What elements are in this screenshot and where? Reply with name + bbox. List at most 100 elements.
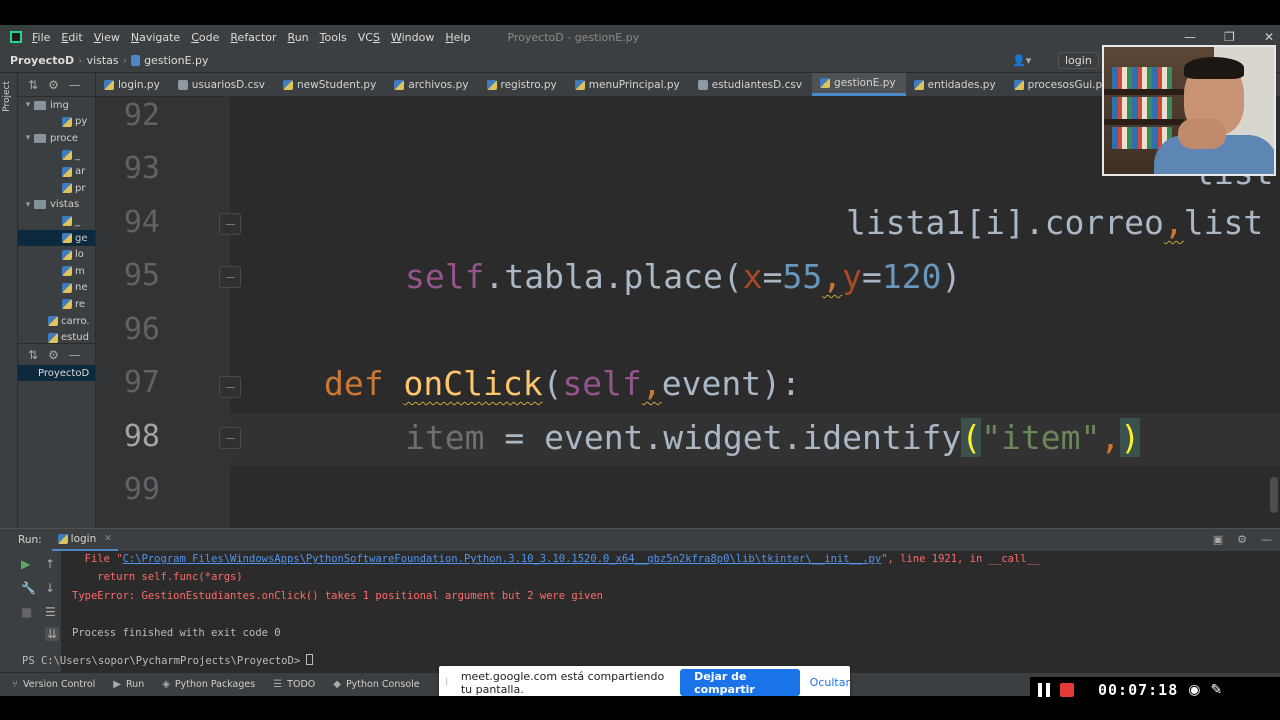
file-icon xyxy=(62,116,72,127)
code-line-94: lista1[i].correo,list xyxy=(846,203,1264,242)
drag-handle-icon[interactable]: ⁞ xyxy=(445,677,453,688)
file-icon xyxy=(62,216,72,227)
menu-file[interactable]: File xyxy=(32,31,50,44)
code-line-97: def onClick(self,event): xyxy=(324,364,801,403)
scroll-down-arrow-icon[interactable]: ↓ xyxy=(45,581,55,595)
bookshelf-books xyxy=(1112,67,1172,89)
hide-button[interactable]: Ocultar xyxy=(810,676,850,689)
tree-folder[interactable]: ▾ proce xyxy=(18,130,95,147)
chevron-down-icon[interactable]: ▾ xyxy=(22,133,34,143)
file-icon xyxy=(48,332,58,343)
fold-marker-icon[interactable] xyxy=(219,427,241,449)
tool-window-button[interactable]: ▶ Run xyxy=(113,679,144,690)
structure-gear-icon[interactable]: ⚙ xyxy=(48,348,59,362)
breadcrumb-file[interactable]: gestionE.py xyxy=(144,54,209,67)
traceback-file-link[interactable]: C:\Program Files\WindowsApps\PythonSoftw… xyxy=(123,553,882,565)
menu-view[interactable]: View xyxy=(94,31,120,44)
user-icon[interactable]: 👤▾ xyxy=(1012,54,1031,67)
restore-icon[interactable]: ❐ xyxy=(1224,30,1235,44)
stop-icon[interactable]: ■ xyxy=(21,605,32,619)
project-tool-button[interactable]: Project xyxy=(2,81,12,112)
breadcrumb-folder[interactable]: vistas xyxy=(87,54,119,67)
tree-folder[interactable]: ▾ img xyxy=(18,97,95,114)
menu-help[interactable]: Help xyxy=(445,31,470,44)
line-number: 96 xyxy=(123,312,160,347)
menu-refactor[interactable]: Refactor xyxy=(230,31,276,44)
scroll-up-arrow-icon[interactable]: ↑ xyxy=(45,557,55,571)
run-config-selector[interactable]: login xyxy=(1058,52,1099,69)
project-toolbar: ⇅ ⚙ — xyxy=(18,73,95,97)
file-icon xyxy=(62,183,72,194)
pen-icon[interactable]: ✎ xyxy=(1210,682,1222,698)
menu-navigate[interactable]: Navigate xyxy=(131,31,180,44)
stop-recording-icon[interactable] xyxy=(1060,683,1074,697)
tab-label: registro.py xyxy=(500,78,557,91)
bookmarks-strip xyxy=(0,551,18,673)
chevron-down-icon[interactable]: ▾ xyxy=(22,100,34,110)
run-hide-icon[interactable]: — xyxy=(1261,533,1272,546)
menu-window[interactable]: Window xyxy=(391,31,434,44)
fold-marker-icon[interactable] xyxy=(219,376,241,398)
python-file-icon xyxy=(486,79,497,90)
breadcrumb-separator-icon: › xyxy=(122,54,128,67)
terminal-prompt[interactable]: PS C:\Users\sopor\PycharmProjects\Proyec… xyxy=(22,654,314,667)
run-settings-gear-icon[interactable]: ⚙ xyxy=(1237,533,1247,546)
structure-hide-icon[interactable]: — xyxy=(69,348,81,362)
editor-tab[interactable]: entidades.py xyxy=(906,73,1006,96)
tree-folder[interactable]: ▾ vistas xyxy=(18,197,95,214)
stop-sharing-button[interactable]: Dejar de compartir xyxy=(680,669,800,696)
tree-file[interactable]: _ xyxy=(18,147,95,164)
tool-window-button[interactable]: ☰ TODO xyxy=(273,679,315,690)
tool-window-button[interactable]: ⑂ Version Control xyxy=(12,679,95,690)
tree-file[interactable]: m xyxy=(18,263,95,280)
collapse-all-icon[interactable]: ⇅ xyxy=(28,78,38,92)
editor-tab[interactable]: registro.py xyxy=(479,73,567,96)
close-tab-icon[interactable]: ✕ xyxy=(104,534,112,544)
editor-tab[interactable]: usuariosD.csv xyxy=(170,73,275,96)
editor-tab[interactable]: login.py xyxy=(96,73,170,96)
settings-gear-icon[interactable]: ⚙ xyxy=(48,78,59,92)
rerun-play-icon[interactable]: ▶ xyxy=(21,557,30,571)
pause-icon[interactable] xyxy=(1038,683,1050,697)
tree-file[interactable]: carro. xyxy=(18,313,95,330)
console-error-line: TypeError: GestionEstudiantes.onClick() … xyxy=(72,590,604,602)
tree-file[interactable]: lo xyxy=(18,246,95,263)
soft-wrap-icon[interactable]: ☰ xyxy=(45,605,56,619)
menu-vcs[interactable]: VCS xyxy=(358,31,380,44)
tool-window-button[interactable]: ◈ Python Packages xyxy=(162,679,255,690)
fold-marker-icon[interactable] xyxy=(219,266,241,288)
editor-tab[interactable]: archivos.py xyxy=(386,73,478,96)
tree-file[interactable]: ge xyxy=(18,229,95,247)
tree-file[interactable]: ne xyxy=(18,280,95,297)
project-tree: ▾ img py ▾ proce _ ar pr ▾ vistas _ ge lo m ne re carro.… xyxy=(18,97,95,346)
sort-icon[interactable]: ⇅ xyxy=(28,348,38,362)
scroll-to-end-icon[interactable]: ⇊ xyxy=(45,627,60,641)
editor-scrollbar[interactable] xyxy=(1270,477,1278,513)
menu-edit[interactable]: Edit xyxy=(61,31,82,44)
menu-run[interactable]: Run xyxy=(288,31,309,44)
chevron-down-icon[interactable]: ▾ xyxy=(22,200,34,210)
tree-file[interactable]: pr xyxy=(18,180,95,197)
editor-tab[interactable]: menuPrincipal.py xyxy=(567,73,690,96)
wrench-icon[interactable]: 🔧 xyxy=(21,581,36,595)
run-tab-login[interactable]: login ✕ xyxy=(51,529,118,551)
restore-layout-icon[interactable]: ▣ xyxy=(1213,533,1223,546)
hide-panel-icon[interactable]: — xyxy=(69,78,81,92)
menu-tools[interactable]: Tools xyxy=(320,31,347,44)
minimize-icon[interactable]: — xyxy=(1184,30,1196,44)
breadcrumb-project[interactable]: ProyectoD xyxy=(10,54,74,67)
tool-window-button[interactable]: ◆ Python Console xyxy=(333,679,419,690)
tree-file[interactable]: ar xyxy=(18,163,95,180)
close-icon[interactable]: ✕ xyxy=(1264,30,1274,44)
editor-tab[interactable]: newStudent.py xyxy=(275,73,386,96)
structure-root-item[interactable]: ProyectoD xyxy=(18,365,95,381)
editor-tab[interactable]: gestionE.py xyxy=(812,73,906,96)
tree-file[interactable]: re xyxy=(18,296,95,313)
editor-tab[interactable]: estudiantesD.csv xyxy=(690,73,812,96)
text-cursor xyxy=(306,654,314,665)
camera-icon[interactable]: ◉ xyxy=(1188,682,1200,698)
menu-code[interactable]: Code xyxy=(191,31,219,44)
tree-file[interactable]: py xyxy=(18,114,95,131)
fold-marker-icon[interactable] xyxy=(219,213,241,235)
tree-file[interactable]: _ xyxy=(18,213,95,230)
